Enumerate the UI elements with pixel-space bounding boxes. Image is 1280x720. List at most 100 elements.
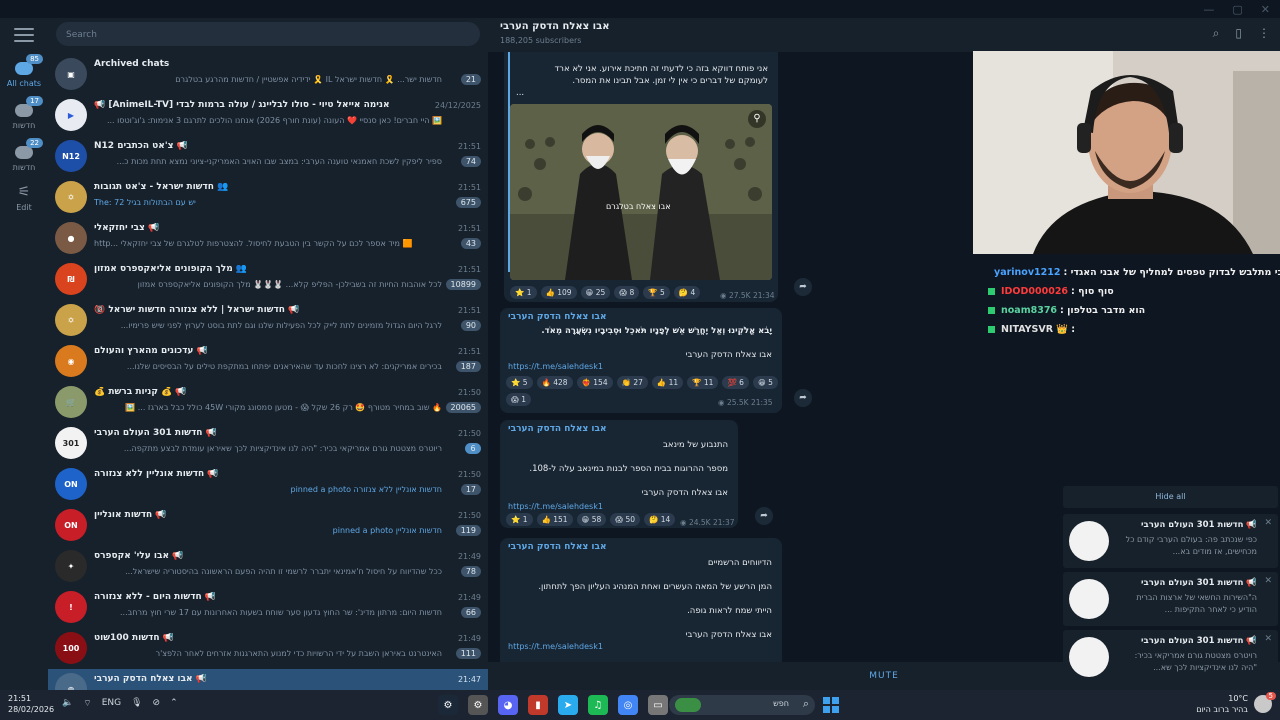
- reaction[interactable]: ⭐ 5: [506, 376, 533, 389]
- notification[interactable]: 📢 חדשות 301 העולם הערבי כפי שנכתב פה: בע…: [1063, 514, 1278, 568]
- share-icon[interactable]: ➦: [755, 507, 773, 525]
- weather-desc: בהיר ברוב היום: [1196, 705, 1248, 714]
- reaction[interactable]: 😁 5: [752, 376, 778, 389]
- mute-icon[interactable]: ⊘: [153, 698, 161, 709]
- reaction[interactable]: 😱 1: [506, 393, 531, 406]
- message-link[interactable]: https://t.me/salehdesk1: [508, 502, 603, 511]
- reaction[interactable]: 😁 58: [576, 513, 607, 526]
- telegram-icon[interactable]: ➤: [558, 695, 578, 715]
- notification-center-icon[interactable]: 5: [1254, 692, 1276, 713]
- reaction[interactable]: 🔥 428: [536, 376, 573, 389]
- reaction[interactable]: 👏 27: [616, 376, 648, 389]
- maximize-icon[interactable]: ▢: [1232, 3, 1242, 16]
- chat-message: סוף סוף :: [1071, 286, 1114, 297]
- reaction[interactable]: 👍 151: [536, 513, 573, 526]
- reaction[interactable]: ⭐ 1: [506, 513, 533, 526]
- chat-item[interactable]: ✦ 📢 אבו עלי' אקספרס 21:49 ככל שהדיווח על…: [48, 546, 488, 587]
- chat-item[interactable]: ● 📢 צבי יחזקאלי 21:51 http... מיד אספר ל…: [48, 218, 488, 259]
- hide-all-button[interactable]: Hide all: [1063, 486, 1278, 508]
- chat-item[interactable]: 301 📢 חדשות 301 העולם הערבי 21:50 ריוטרס…: [48, 423, 488, 464]
- sidebar-toggle-icon[interactable]: ▯: [1235, 26, 1242, 41]
- chat-item-archived[interactable]: ▣ Archived chats חדשות ישר... 🎗️ חדשות י…: [48, 54, 488, 95]
- eye-icon: ◉: [720, 291, 729, 300]
- chat-item-selected[interactable]: ◍ 📢 אבו צאלח הדסק הערבי 21:47: [48, 669, 488, 690]
- chat-item[interactable]: ✡ 📢 חדשות ישראל | ללא צנזורה חדשות ישראל…: [48, 300, 488, 341]
- microphone-icon[interactable]: 🎙: [131, 698, 142, 709]
- reaction[interactable]: 🤔 4: [673, 286, 701, 299]
- chat-item[interactable]: N12 📢 צ'אט הכתבים N12 21:51 ספיר ליפקין …: [48, 136, 488, 177]
- unread-badge: 21: [460, 74, 481, 85]
- moderator-badge-icon: [988, 326, 995, 333]
- folder-label: Edit: [16, 203, 32, 212]
- avatar: [1069, 579, 1109, 619]
- close-icon[interactable]: ✕: [1264, 634, 1272, 644]
- reaction[interactable]: 😱 50: [610, 513, 641, 526]
- avatar: ◍: [55, 673, 87, 690]
- language-indicator[interactable]: ENG: [102, 698, 121, 709]
- reaction[interactable]: ⭐ 1: [510, 286, 537, 299]
- reaction[interactable]: 😁 25: [580, 286, 611, 299]
- notification[interactable]: 📢 חדשות 301 העולם הערבי רויטרס מצטטת גור…: [1063, 630, 1278, 684]
- chat-item[interactable]: ✡ 👥 חדשות ישראל - צ'אט תגובות 21:51 The:…: [48, 177, 488, 218]
- folder-news-2[interactable]: 22 חדשות: [0, 138, 48, 172]
- discord-icon[interactable]: ◕: [498, 695, 518, 715]
- chat-name: 👥 חדשות ישראל - צ'אט תגובות: [94, 182, 229, 192]
- clock[interactable]: 21:51 28/02/2026: [8, 693, 54, 715]
- hamburger-menu-icon[interactable]: [14, 28, 34, 46]
- chat-preview: חדשות אונליין ללא צנזורה pinned a photo: [290, 485, 442, 494]
- minimize-icon[interactable]: —: [1203, 3, 1214, 16]
- message-link[interactable]: https://t.me/salehdesk1: [508, 642, 603, 651]
- chat-time: 21:50: [457, 388, 481, 397]
- notification[interactable]: 📢 חדשות 301 העולם הערבי ה"השירות החשאי ש…: [1063, 572, 1278, 626]
- steam-icon[interactable]: ⚙: [438, 695, 458, 715]
- chevron-up-icon[interactable]: ⌃: [170, 698, 178, 709]
- chat-item[interactable]: ▶ 📢 [AnimeIL-TV] אנימה אייאל טיוי - סולו…: [48, 95, 488, 136]
- reactions-bar: 😱 1: [506, 393, 531, 406]
- reaction[interactable]: 🏆 5: [643, 286, 670, 299]
- settings-icon[interactable]: ⚙: [468, 695, 488, 715]
- windows-start-icon[interactable]: [823, 697, 839, 713]
- spotify-icon[interactable]: ♫: [588, 695, 608, 715]
- reaction[interactable]: 💯 6: [722, 376, 749, 389]
- search-input[interactable]: [56, 23, 480, 47]
- weather-widget[interactable]: 10°C בהיר ברוב היום: [1196, 693, 1248, 715]
- chat-item[interactable]: ₪ 👥 מלך הקופונים אליאקספרס אמזון 21:51 ל…: [48, 259, 488, 300]
- close-icon[interactable]: ✕: [1261, 3, 1270, 16]
- notification-count-badge: 5: [1265, 692, 1276, 700]
- share-icon[interactable]: ➦: [794, 389, 812, 407]
- folder-news-1[interactable]: 17 חדשות: [0, 96, 48, 130]
- message-link[interactable]: https://t.me/salehdesk1: [508, 362, 603, 371]
- reaction[interactable]: 🤔 14: [644, 513, 676, 526]
- chat-item[interactable]: 100 📢 חדשות 100שוט 21:49 האינטרנט באיראן…: [48, 628, 488, 669]
- folder-all-chats[interactable]: 85 All chats: [0, 54, 48, 88]
- chrome-icon[interactable]: ◎: [618, 695, 638, 715]
- channel-title[interactable]: אבו צאלח הדסק הערבי: [500, 21, 610, 32]
- message-photo[interactable]: אבו צאלח בטלגרם ⚲: [510, 104, 772, 280]
- chat-item[interactable]: ! 📢 חדשות היום - ללא צנזורה 21:49 חדשות …: [48, 587, 488, 628]
- chat-item[interactable]: ON 📢 חדשות אונליין ללא צנזורה 21:50 חדשו…: [48, 464, 488, 505]
- chat-username: yarinov1212: [994, 267, 1061, 278]
- reaction[interactable]: 👍 109: [540, 286, 577, 299]
- app-icon[interactable]: ▮: [528, 695, 548, 715]
- close-icon[interactable]: ✕: [1264, 576, 1272, 586]
- wifi-icon[interactable]: ⌔: [83, 698, 91, 709]
- close-icon[interactable]: ✕: [1264, 518, 1272, 528]
- chat-item[interactable]: ◉ 📢 עדכונים מהארץ והעולם 21:51 בכירים אמ…: [48, 341, 488, 382]
- chat-item[interactable]: 🛒 📢 💰 קניות ברשת 💰 21:50 🔥 שוב במחיר מטו…: [48, 382, 488, 423]
- reaction[interactable]: 😱 8: [614, 286, 640, 299]
- more-options-icon[interactable]: ⋮: [1258, 26, 1270, 41]
- file-explorer-icon[interactable]: ▭: [648, 695, 668, 715]
- chat-time: 21:49: [457, 634, 481, 643]
- reaction[interactable]: 👍 11: [651, 376, 684, 389]
- chat-item[interactable]: ON 📢 חדשות אונליין 21:50 חדשות אונליין p…: [48, 505, 488, 546]
- taskbar-search[interactable]: חפש ⌕: [669, 695, 815, 715]
- share-icon[interactable]: ➦: [794, 278, 812, 296]
- photo-image: [510, 104, 772, 280]
- volume-icon[interactable]: 🔈: [62, 698, 73, 709]
- zoom-icon[interactable]: ⚲: [748, 110, 766, 128]
- reaction[interactable]: 🏆 11: [687, 376, 719, 389]
- view-count: ◉ 25.5K 21:35: [718, 398, 773, 407]
- reaction[interactable]: ❤️‍🔥 154: [576, 376, 613, 389]
- folder-edit[interactable]: ⚟ Edit: [0, 184, 48, 212]
- search-icon[interactable]: ⌕: [1213, 26, 1220, 41]
